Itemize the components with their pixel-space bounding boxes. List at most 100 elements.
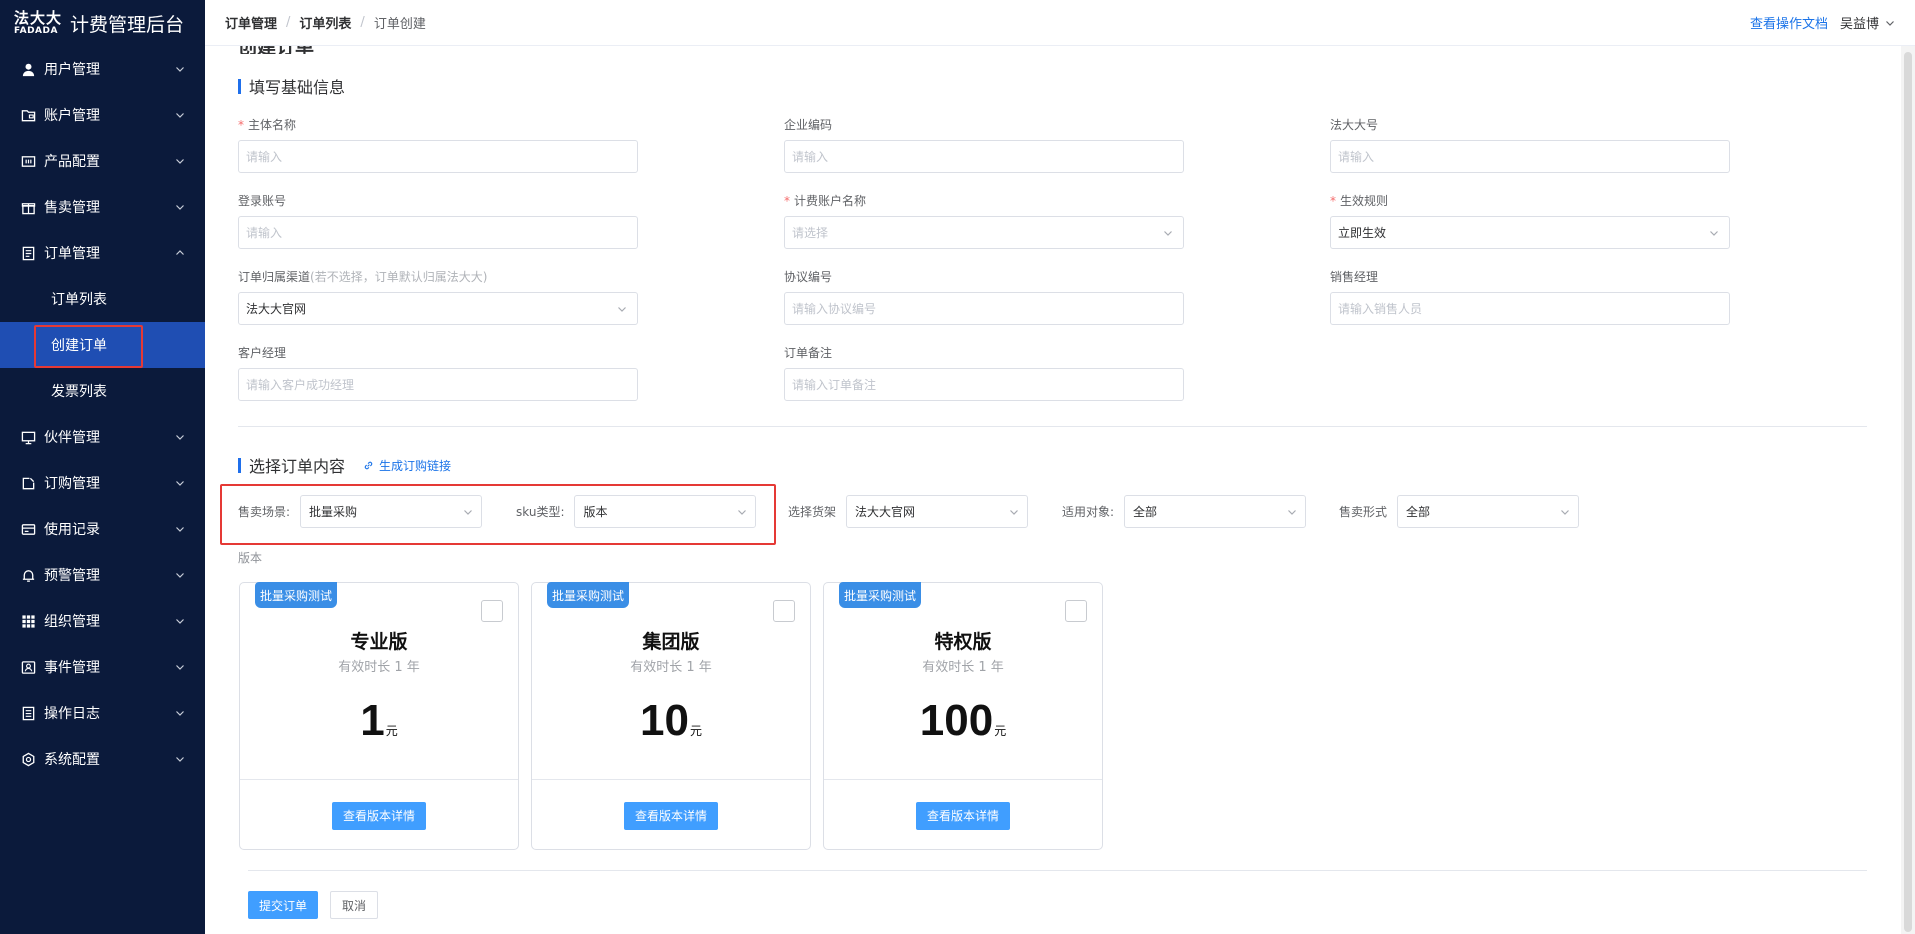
section-order-content: 选择订单内容 生成订购链接 <box>238 453 451 477</box>
sidebar-subitem-order-list[interactable]: 订单列表 <box>0 276 205 322</box>
target-select[interactable]: 全部 <box>1124 495 1307 528</box>
sidebar-subitem-invoice-list[interactable]: 发票列表 <box>0 368 205 414</box>
version-label: 版本 <box>238 551 263 565</box>
fadada-logo: 法大大 FADADA <box>14 8 63 36</box>
sidebar-item-usage-records[interactable]: 使用记录 <box>0 506 205 552</box>
vertical-scrollbar[interactable] <box>1901 46 1915 934</box>
scene-select[interactable]: 批量采购 <box>300 495 483 528</box>
chevron-down-icon <box>176 619 184 624</box>
fadada-id-input[interactable]: 请输入 <box>1330 140 1730 173</box>
field-agreement-no: 协议编号 请输入协议编号 <box>784 268 1184 325</box>
field-billing-account: * 计费账户名称 请选择 <box>784 192 1184 249</box>
sidebar-menu: 用户管理 账户管理 产品配置 售卖管理 订单管理 订单列表 创建订单 发票列表 <box>0 46 205 782</box>
chevron-down-icon <box>176 159 184 164</box>
card-checkbox[interactable] <box>1065 600 1087 622</box>
field-sales-manager: 销售经理 请输入销售人员 <box>1330 268 1730 325</box>
chevron-down-icon <box>176 67 184 72</box>
top-header: 订单管理 / 订单列表 / 订单创建 查看操作文档 吴益博 <box>205 0 1915 46</box>
chevron-down-icon <box>176 205 184 210</box>
chevron-down-icon <box>176 573 184 578</box>
version-card-privilege[interactable]: 批量采购测试 特权版 有效时长 1 年 100元 查看版本详情 <box>823 582 1103 850</box>
sale-form-select[interactable]: 全部 <box>1397 495 1580 528</box>
main-content: 创建订单 填写基础信息 *主体名称 请输入 企业编码 请输入 法大大号 请输入 … <box>205 46 1901 934</box>
edit-icon <box>20 475 36 491</box>
billing-account-select[interactable]: 请选择 <box>784 216 1184 249</box>
sidebar-item-subscription-management[interactable]: 订购管理 <box>0 460 205 506</box>
section-divider <box>238 426 1867 427</box>
order-channel-select[interactable]: 法大大官网 <box>238 292 638 325</box>
card-checkbox[interactable] <box>773 600 795 622</box>
generate-order-link[interactable]: 生成订购链接 <box>363 457 451 474</box>
sidebar-item-operation-log[interactable]: 操作日志 <box>0 690 205 736</box>
user-icon <box>20 61 36 77</box>
grid-icon <box>20 613 36 629</box>
filter-scene: 售卖场景: 批量采购 <box>238 495 483 528</box>
login-account-input[interactable]: 请输入 <box>238 216 638 249</box>
sidebar-item-sales-management[interactable]: 售卖管理 <box>0 184 205 230</box>
card-duration: 有效时长 1 年 <box>922 660 1004 675</box>
card-tag: 批量采购测试 <box>547 582 630 608</box>
card-footer: 查看版本详情 <box>240 779 518 851</box>
chevron-down-icon <box>176 113 184 118</box>
chevron-down-icon <box>1010 509 1018 515</box>
effective-rule-select[interactable]: 立即生效 <box>1330 216 1730 249</box>
view-docs-link[interactable]: 查看操作文档 <box>1750 13 1828 32</box>
chevron-down-icon <box>176 527 184 532</box>
chevron-down-icon <box>176 665 184 670</box>
user-name[interactable]: 吴益博 <box>1840 13 1879 32</box>
customer-manager-input[interactable]: 请输入客户成功经理 <box>238 368 638 401</box>
breadcrumb-order-create: 订单创建 <box>373 17 426 32</box>
sidebar-item-org-management[interactable]: 组织管理 <box>0 598 205 644</box>
chevron-down-icon[interactable] <box>1885 18 1895 28</box>
version-card-professional[interactable]: 批量采购测试 专业版 有效时长 1 年 1元 查看版本详情 <box>239 582 519 850</box>
chevron-down-icon <box>1561 509 1569 515</box>
card-checkbox[interactable] <box>481 600 503 622</box>
filter-shelf: 选择货架 法大大官网 <box>788 495 1029 528</box>
cancel-button[interactable]: 取消 <box>330 891 379 919</box>
sidebar-item-event-management[interactable]: 事件管理 <box>0 644 205 690</box>
gift-icon <box>20 199 36 215</box>
view-version-detail-button[interactable]: 查看版本详情 <box>623 801 718 830</box>
bottom-divider <box>248 870 1867 871</box>
field-fadada-id: 法大大号 请输入 <box>1330 116 1730 173</box>
card-tag: 批量采购测试 <box>255 582 338 608</box>
breadcrumb-order-management[interactable]: 订单管理 <box>225 13 277 32</box>
order-remark-input[interactable]: 请输入订单备注 <box>784 368 1184 401</box>
filter-sku-type: sku类型: 版本 <box>516 495 757 528</box>
sidebar-item-product-config[interactable]: 产品配置 <box>0 138 205 184</box>
section-bar <box>238 457 241 473</box>
bell-icon <box>20 567 36 583</box>
agreement-no-input[interactable]: 请输入协议编号 <box>784 292 1184 325</box>
sidebar-item-partner-management[interactable]: 伙伴管理 <box>0 414 205 460</box>
folder-icon <box>20 107 36 123</box>
sidebar-item-order-management[interactable]: 订单管理 <box>0 230 205 276</box>
version-card-group[interactable]: 批量采购测试 集团版 有效时长 1 年 10元 查看版本详情 <box>531 582 811 850</box>
field-effective-rule: * 生效规则 立即生效 <box>1330 192 1730 249</box>
required-mark: * <box>784 194 790 208</box>
sidebar-item-account-management[interactable]: 账户管理 <box>0 92 205 138</box>
view-version-detail-button[interactable]: 查看版本详情 <box>331 801 426 830</box>
header-right: 查看操作文档 吴益博 <box>1750 13 1895 32</box>
scrollbar-thumb[interactable] <box>1904 52 1912 932</box>
logo[interactable]: 法大大 FADADA 计费管理后台 <box>0 0 205 46</box>
field-subject-name: * 主体名称 请输入 <box>238 116 638 173</box>
chevron-down-icon <box>176 711 184 716</box>
sidebar-item-user-management[interactable]: 用户管理 <box>0 46 205 92</box>
sales-manager-input[interactable]: 请输入销售人员 <box>1330 292 1730 325</box>
filter-sale-form: 售卖形式 全部 <box>1339 495 1580 528</box>
page-title: 创建订单 <box>238 46 314 54</box>
view-version-detail-button[interactable]: 查看版本详情 <box>915 801 1010 830</box>
company-code-input[interactable]: 请输入 <box>784 140 1184 173</box>
subject-name-input[interactable]: 请输入 <box>238 140 638 173</box>
sku-type-select[interactable]: 版本 <box>574 495 757 528</box>
submit-order-button[interactable]: 提交订单 <box>248 891 319 919</box>
card-duration: 有效时长 1 年 <box>338 660 420 675</box>
sidebar-item-system-config[interactable]: 系统配置 <box>0 736 205 782</box>
sidebar-subitem-create-order[interactable]: 创建订单 <box>0 322 205 368</box>
breadcrumb-order-list[interactable]: 订单列表 <box>299 13 351 32</box>
chevron-up-icon <box>176 250 184 255</box>
card-price: 100元 <box>919 696 1007 745</box>
shelf-select[interactable]: 法大大官网 <box>846 495 1029 528</box>
sidebar-item-alert-management[interactable]: 预警管理 <box>0 552 205 598</box>
chevron-down-icon <box>618 306 626 312</box>
